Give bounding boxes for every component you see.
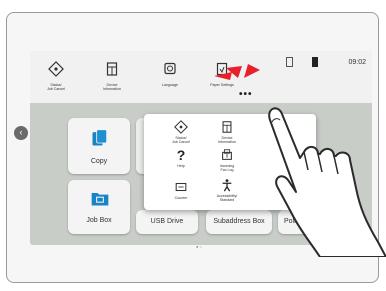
popup-accessibility-standard[interactable]: Accessibility/ Standard — [202, 178, 252, 202]
person-icon — [222, 179, 232, 192]
popup-help[interactable]: ? Help — [156, 148, 206, 168]
pointing-hand-icon — [268, 107, 386, 257]
popup-incoming-fax-log-label: Incoming Fax Log — [219, 164, 235, 172]
device-information-label: Device Information — [103, 83, 121, 91]
popup-device-information[interactable]: Device Information — [202, 120, 252, 144]
usb-drive-label: USB Drive — [150, 218, 184, 225]
popup-counter[interactable]: Counter — [156, 180, 206, 200]
popup-status-job-cancel[interactable]: Status/ Job Cancel — [156, 120, 206, 144]
status-job-cancel-button[interactable]: Status/ Job Cancel — [32, 57, 80, 101]
folder-icon — [91, 193, 109, 206]
device-information-button[interactable]: Device Information — [88, 57, 136, 101]
popup-help-label: Help — [177, 164, 185, 168]
job-box-tile[interactable]: Job Box — [68, 180, 130, 234]
scroll-left-button[interactable]: ‹ — [14, 126, 28, 140]
counter-icon — [175, 182, 187, 192]
popup-device-information-label: Device Information — [218, 136, 236, 144]
copy-icon — [92, 129, 108, 146]
language-button[interactable]: Language — [146, 57, 194, 101]
tap-burst-icon — [214, 64, 260, 80]
copy-tile[interactable]: Copy — [68, 118, 130, 174]
popup-status-label: Status/ Job Cancel — [172, 136, 190, 144]
device-info-icon — [106, 62, 118, 76]
globe-icon — [164, 62, 176, 75]
radar-icon — [48, 61, 64, 77]
toner-status-icon — [312, 57, 318, 67]
job-box-label: Job Box — [86, 217, 112, 224]
status-job-cancel-label: Status/ Job Cancel — [47, 83, 65, 91]
copy-label: Copy — [90, 158, 108, 165]
question-icon: ? — [176, 147, 186, 163]
popup-incoming-fax-log[interactable]: Incoming Fax Log — [202, 148, 252, 172]
storage-status-icon — [286, 57, 293, 67]
usb-drive-tile[interactable]: USB Drive — [136, 210, 198, 234]
page-indicator: ● ○ — [196, 244, 202, 249]
radar-icon — [174, 120, 188, 134]
popup-accessibility-label: Accessibility/ Standard — [216, 194, 238, 202]
language-label: Language — [162, 83, 178, 87]
fax-log-icon — [222, 149, 232, 160]
popup-counter-label: Counter — [174, 196, 188, 200]
clock: 09:02 — [348, 59, 366, 66]
device-info-icon — [222, 121, 232, 133]
